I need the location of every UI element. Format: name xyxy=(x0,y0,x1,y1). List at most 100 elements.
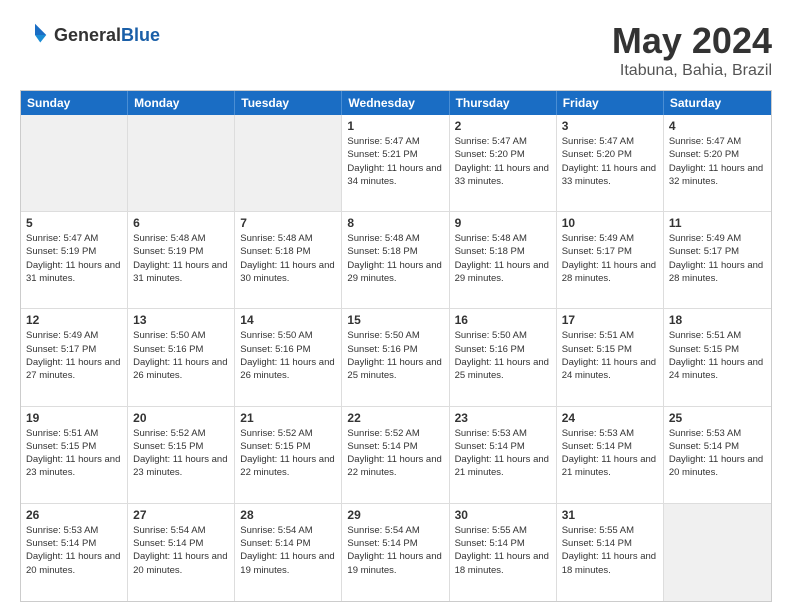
day-info: Sunrise: 5:49 AMSunset: 5:17 PMDaylight:… xyxy=(669,232,766,285)
calendar-cell xyxy=(21,115,128,211)
day-info: Sunrise: 5:55 AMSunset: 5:14 PMDaylight:… xyxy=(562,524,658,577)
day-info: Sunrise: 5:48 AMSunset: 5:18 PMDaylight:… xyxy=(240,232,336,285)
calendar-row: 26Sunrise: 5:53 AMSunset: 5:14 PMDayligh… xyxy=(21,504,771,601)
calendar-cell: 22 Sunrise: 5:52 AMSunset: 5:14 PMDayligh… xyxy=(342,407,449,503)
calendar-cell xyxy=(235,115,342,211)
day-number: 18 xyxy=(669,313,766,327)
day-number: 9 xyxy=(455,216,551,230)
calendar-cell: 17 Sunrise: 5:51 AMSunset: 5:15 PMDayligh… xyxy=(557,309,664,405)
day-info: Sunrise: 5:47 AMSunset: 5:20 PMDaylight:… xyxy=(669,135,766,188)
calendar-cell: 8Sunrise: 5:48 AMSunset: 5:18 PMDaylight… xyxy=(342,212,449,308)
day-number: 21 xyxy=(240,411,336,425)
day-info: Sunrise: 5:50 AMSunset: 5:16 PMDaylight:… xyxy=(455,329,551,382)
day-info: Sunrise: 5:51 AMSunset: 5:15 PMDaylight:… xyxy=(26,427,122,480)
day-number: 10 xyxy=(562,216,658,230)
day-info: Sunrise: 5:52 AMSunset: 5:14 PMDaylight:… xyxy=(347,427,443,480)
calendar-cell xyxy=(664,504,771,601)
day-number: 17 xyxy=(562,313,658,327)
weekday-header: Tuesday xyxy=(235,91,342,115)
day-number: 22 xyxy=(347,411,443,425)
weekday-header: Sunday xyxy=(21,91,128,115)
calendar-cell: 20Sunrise: 5:52 AMSunset: 5:15 PMDayligh… xyxy=(128,407,235,503)
day-info: Sunrise: 5:51 AMSunset: 5:15 PMDaylight:… xyxy=(562,329,658,382)
calendar-row: 19 Sunrise: 5:51 AMSunset: 5:15 PMDayligh… xyxy=(21,407,771,504)
day-info: Sunrise: 5:54 AMSunset: 5:14 PMDaylight:… xyxy=(240,524,336,577)
day-info: Sunrise: 5:52 AMSunset: 5:15 PMDaylight:… xyxy=(240,427,336,480)
day-info: Sunrise: 5:49 AMSunset: 5:17 PMDaylight:… xyxy=(562,232,658,285)
weekday-header: Wednesday xyxy=(342,91,449,115)
day-info: Sunrise: 5:50 AMSunset: 5:16 PMDaylight:… xyxy=(347,329,443,382)
day-number: 8 xyxy=(347,216,443,230)
calendar-header: SundayMondayTuesdayWednesdayThursdayFrid… xyxy=(21,91,771,115)
calendar-cell: 9 Sunrise: 5:48 AMSunset: 5:18 PMDaylight… xyxy=(450,212,557,308)
day-info: Sunrise: 5:47 AMSunset: 5:21 PMDaylight:… xyxy=(347,135,443,188)
logo-text: GeneralBlue xyxy=(54,25,160,46)
calendar-cell: 21 Sunrise: 5:52 AMSunset: 5:15 PMDayligh… xyxy=(235,407,342,503)
calendar-cell: 5Sunrise: 5:47 AMSunset: 5:19 PMDaylight… xyxy=(21,212,128,308)
day-number: 30 xyxy=(455,508,551,522)
title-block: May 2024 Itabuna, Bahia, Brazil xyxy=(612,20,772,80)
day-info: Sunrise: 5:54 AMSunset: 5:14 PMDaylight:… xyxy=(347,524,443,577)
calendar-cell: 16 Sunrise: 5:50 AMSunset: 5:16 PMDayligh… xyxy=(450,309,557,405)
calendar-cell: 27 Sunrise: 5:54 AMSunset: 5:14 PMDayligh… xyxy=(128,504,235,601)
logo-blue: Blue xyxy=(121,25,160,45)
calendar-cell: 4Sunrise: 5:47 AMSunset: 5:20 PMDaylight… xyxy=(664,115,771,211)
day-info: Sunrise: 5:53 AMSunset: 5:14 PMDaylight:… xyxy=(669,427,766,480)
calendar-cell: 12 Sunrise: 5:49 AMSunset: 5:17 PMDayligh… xyxy=(21,309,128,405)
day-info: Sunrise: 5:53 AMSunset: 5:14 PMDaylight:… xyxy=(455,427,551,480)
calendar-cell: 18 Sunrise: 5:51 AMSunset: 5:15 PMDayligh… xyxy=(664,309,771,405)
calendar-cell: 10 Sunrise: 5:49 AMSunset: 5:17 PMDayligh… xyxy=(557,212,664,308)
day-info: Sunrise: 5:49 AMSunset: 5:17 PMDaylight:… xyxy=(26,329,122,382)
calendar-cell: 29 Sunrise: 5:54 AMSunset: 5:14 PMDayligh… xyxy=(342,504,449,601)
calendar-body: 1 Sunrise: 5:47 AMSunset: 5:21 PMDaylight… xyxy=(21,115,771,601)
day-number: 1 xyxy=(347,119,443,133)
day-number: 15 xyxy=(347,313,443,327)
calendar-cell: 13Sunrise: 5:50 AMSunset: 5:16 PMDayligh… xyxy=(128,309,235,405)
calendar-cell: 26Sunrise: 5:53 AMSunset: 5:14 PMDayligh… xyxy=(21,504,128,601)
day-number: 26 xyxy=(26,508,122,522)
calendar-cell: 19 Sunrise: 5:51 AMSunset: 5:15 PMDayligh… xyxy=(21,407,128,503)
day-number: 12 xyxy=(26,313,122,327)
weekday-header: Thursday xyxy=(450,91,557,115)
day-number: 5 xyxy=(26,216,122,230)
calendar-cell: 3 Sunrise: 5:47 AMSunset: 5:20 PMDaylight… xyxy=(557,115,664,211)
calendar-cell xyxy=(128,115,235,211)
day-info: Sunrise: 5:48 AMSunset: 5:19 PMDaylight:… xyxy=(133,232,229,285)
calendar-cell: 15 Sunrise: 5:50 AMSunset: 5:16 PMDayligh… xyxy=(342,309,449,405)
logo-icon xyxy=(20,20,50,50)
day-number: 6 xyxy=(133,216,229,230)
title-month: May 2024 xyxy=(612,20,772,62)
header: GeneralBlue May 2024 Itabuna, Bahia, Bra… xyxy=(20,20,772,80)
calendar-cell: 14Sunrise: 5:50 AMSunset: 5:16 PMDayligh… xyxy=(235,309,342,405)
day-info: Sunrise: 5:52 AMSunset: 5:15 PMDaylight:… xyxy=(133,427,229,480)
day-number: 27 xyxy=(133,508,229,522)
calendar-cell: 1 Sunrise: 5:47 AMSunset: 5:21 PMDaylight… xyxy=(342,115,449,211)
day-number: 31 xyxy=(562,508,658,522)
calendar-cell: 31 Sunrise: 5:55 AMSunset: 5:14 PMDayligh… xyxy=(557,504,664,601)
day-info: Sunrise: 5:48 AMSunset: 5:18 PMDaylight:… xyxy=(455,232,551,285)
weekday-header: Friday xyxy=(557,91,664,115)
title-location: Itabuna, Bahia, Brazil xyxy=(612,62,772,80)
day-number: 11 xyxy=(669,216,766,230)
calendar-cell: 30Sunrise: 5:55 AMSunset: 5:14 PMDayligh… xyxy=(450,504,557,601)
day-number: 16 xyxy=(455,313,551,327)
day-info: Sunrise: 5:50 AMSunset: 5:16 PMDaylight:… xyxy=(133,329,229,382)
day-info: Sunrise: 5:51 AMSunset: 5:15 PMDaylight:… xyxy=(669,329,766,382)
calendar-row: 12 Sunrise: 5:49 AMSunset: 5:17 PMDayligh… xyxy=(21,309,771,406)
day-number: 19 xyxy=(26,411,122,425)
day-info: Sunrise: 5:53 AMSunset: 5:14 PMDaylight:… xyxy=(562,427,658,480)
day-info: Sunrise: 5:47 AMSunset: 5:20 PMDaylight:… xyxy=(562,135,658,188)
day-number: 28 xyxy=(240,508,336,522)
day-number: 3 xyxy=(562,119,658,133)
day-info: Sunrise: 5:47 AMSunset: 5:20 PMDaylight:… xyxy=(455,135,551,188)
logo-general: General xyxy=(54,25,121,45)
page: GeneralBlue May 2024 Itabuna, Bahia, Bra… xyxy=(0,0,792,612)
calendar-row: 1 Sunrise: 5:47 AMSunset: 5:21 PMDaylight… xyxy=(21,115,771,212)
weekday-header: Saturday xyxy=(664,91,771,115)
day-info: Sunrise: 5:54 AMSunset: 5:14 PMDaylight:… xyxy=(133,524,229,577)
calendar-cell: 28 Sunrise: 5:54 AMSunset: 5:14 PMDayligh… xyxy=(235,504,342,601)
day-number: 2 xyxy=(455,119,551,133)
day-number: 29 xyxy=(347,508,443,522)
calendar-cell: 6 Sunrise: 5:48 AMSunset: 5:19 PMDaylight… xyxy=(128,212,235,308)
calendar-cell: 24Sunrise: 5:53 AMSunset: 5:14 PMDayligh… xyxy=(557,407,664,503)
